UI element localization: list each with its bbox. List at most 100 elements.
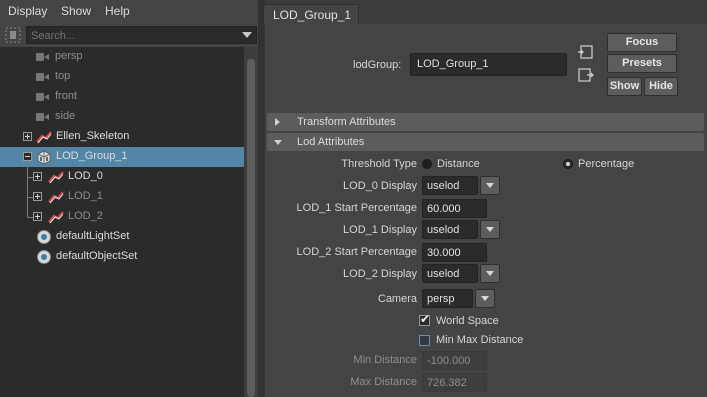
outliner-item-default-light-set[interactable]: defaultLightSet xyxy=(0,227,244,247)
output-connections-icon[interactable] xyxy=(577,66,595,84)
lod2-start-percentage-label: LOD_2 Start Percentage xyxy=(296,246,417,258)
lod1-start-percentage-input[interactable] xyxy=(427,203,483,215)
lod2-start-percentage-field[interactable] xyxy=(422,243,487,262)
camera-icon xyxy=(36,112,49,121)
collapse-icon[interactable] xyxy=(23,152,32,161)
lod2-start-percentage-input[interactable] xyxy=(427,247,483,259)
lod0-display-dropdown-arrow-icon[interactable] xyxy=(480,176,500,195)
dropdown-value: uselod xyxy=(427,224,460,236)
min-max-distance-label: Min Max Distance xyxy=(436,334,524,346)
set-icon xyxy=(37,230,51,244)
min-distance-input xyxy=(427,355,483,367)
lod1-start-percentage-label: LOD_1 Start Percentage xyxy=(296,202,417,214)
camera-icon xyxy=(36,52,49,61)
scrollbar-thumb[interactable] xyxy=(247,59,255,397)
outliner-tree: persp top front side Ellen_Skeleton LOD_… xyxy=(0,47,244,397)
min-max-distance-checkbox[interactable] xyxy=(419,335,430,346)
expand-icon[interactable] xyxy=(33,172,42,181)
lod1-display-dropdown-arrow-icon[interactable] xyxy=(480,220,500,239)
search-input[interactable] xyxy=(31,28,231,43)
select-mode-icon[interactable] xyxy=(4,26,22,44)
lod0-display-dropdown[interactable]: uselod xyxy=(422,176,478,195)
camera-label: Camera xyxy=(377,293,417,305)
max-distance-input xyxy=(427,377,483,389)
lod2-display-dropdown[interactable]: uselod xyxy=(422,264,478,283)
min-distance-field xyxy=(422,351,487,370)
menu-display[interactable]: Display xyxy=(8,4,47,18)
outliner-item-side[interactable]: side xyxy=(0,107,244,127)
expand-icon[interactable] xyxy=(33,212,42,221)
outliner-item-lod-group-1[interactable]: LOD_Group_1 xyxy=(0,147,244,167)
expand-icon[interactable] xyxy=(33,192,42,201)
collapse-arrow-icon xyxy=(274,140,282,145)
outliner-item-label: LOD_0 xyxy=(68,170,103,182)
menu-help[interactable]: Help xyxy=(105,4,130,18)
node-name-field[interactable] xyxy=(410,53,567,76)
outliner-item-label: side xyxy=(55,110,76,122)
dropdown-value: uselod xyxy=(427,180,460,192)
node-type-label: lodGroup: xyxy=(353,59,402,71)
lod0-display-label: LOD_0 Display xyxy=(343,180,417,192)
outliner-item-lod-2[interactable]: LOD_2 xyxy=(0,207,244,227)
outliner-item-lod-1[interactable]: LOD_1 xyxy=(0,187,244,207)
outliner-search-row xyxy=(0,24,258,46)
section-lod-attributes[interactable]: Lod Attributes xyxy=(267,133,704,151)
outliner-item-label: defaultLightSet xyxy=(56,230,130,242)
camera-dropdown[interactable]: persp xyxy=(422,289,473,308)
world-space-label: World Space xyxy=(436,315,499,327)
node-name-input[interactable] xyxy=(417,58,557,70)
dropdown-value: persp xyxy=(427,293,455,305)
lod2-display-dropdown-arrow-icon[interactable] xyxy=(480,264,500,283)
expand-icon[interactable] xyxy=(23,132,32,141)
search-dropdown-icon[interactable] xyxy=(242,32,252,38)
lod-group-icon xyxy=(36,149,52,165)
outliner-item-label: LOD_Group_1 xyxy=(56,150,128,162)
outliner-item-label: Ellen_Skeleton xyxy=(56,130,130,142)
world-space-checkbox[interactable]: ✔ xyxy=(419,312,431,326)
expand-arrow-icon xyxy=(275,118,280,126)
section-title: Transform Attributes xyxy=(297,116,396,128)
dropdown-value: uselod xyxy=(427,268,460,280)
camera-icon xyxy=(36,92,49,101)
outliner-item-persp[interactable]: persp xyxy=(0,47,244,67)
radio-distance-label: Distance xyxy=(437,158,480,170)
outliner-item-front[interactable]: front xyxy=(0,87,244,107)
camera-dropdown-arrow-icon[interactable] xyxy=(475,289,495,308)
search-field[interactable] xyxy=(26,26,257,44)
outliner-item-ellen-skeleton[interactable]: Ellen_Skeleton xyxy=(0,127,244,147)
joint-icon xyxy=(48,170,64,184)
set-icon xyxy=(37,250,51,264)
hide-button[interactable]: Hide xyxy=(644,77,678,96)
tab-lod-group-1[interactable]: LOD_Group_1 xyxy=(263,4,359,24)
outliner-scrollbar[interactable] xyxy=(244,47,258,397)
lod1-display-dropdown[interactable]: uselod xyxy=(422,220,478,239)
max-distance-field xyxy=(422,373,487,392)
radio-percentage-label: Percentage xyxy=(578,158,635,170)
input-connections-icon[interactable] xyxy=(577,43,595,61)
min-distance-label: Min Distance xyxy=(353,354,417,366)
outliner-item-label: defaultObjectSet xyxy=(56,250,138,262)
joint-icon xyxy=(48,210,64,224)
focus-button[interactable]: Focus xyxy=(607,33,677,52)
section-title: Lod Attributes xyxy=(297,136,365,148)
camera-icon xyxy=(36,72,49,81)
outliner-item-label: persp xyxy=(55,50,83,62)
presets-button[interactable]: Presets xyxy=(607,54,677,73)
show-button[interactable]: Show xyxy=(607,77,642,96)
lod1-start-percentage-field[interactable] xyxy=(422,199,487,218)
section-transform-attributes[interactable]: Transform Attributes xyxy=(267,113,704,131)
menu-show[interactable]: Show xyxy=(61,4,91,18)
outliner-item-lod-0[interactable]: LOD_0 xyxy=(0,167,244,187)
outliner-item-default-object-set[interactable]: defaultObjectSet xyxy=(0,247,244,267)
outliner-item-top[interactable]: top xyxy=(0,67,244,87)
panel-divider[interactable] xyxy=(258,0,265,397)
threshold-type-label: Threshold Type xyxy=(341,158,417,170)
outliner-panel: Display Show Help persp top front xyxy=(0,0,258,397)
outliner-menubar: Display Show Help xyxy=(0,0,258,22)
radio-percentage[interactable] xyxy=(563,159,573,169)
outliner-item-label: front xyxy=(55,90,78,102)
lod2-display-label: LOD_2 Display xyxy=(343,268,417,280)
radio-distance[interactable] xyxy=(422,159,432,169)
checkmark-icon: ✔ xyxy=(420,312,431,326)
outliner-item-label: top xyxy=(55,70,71,82)
